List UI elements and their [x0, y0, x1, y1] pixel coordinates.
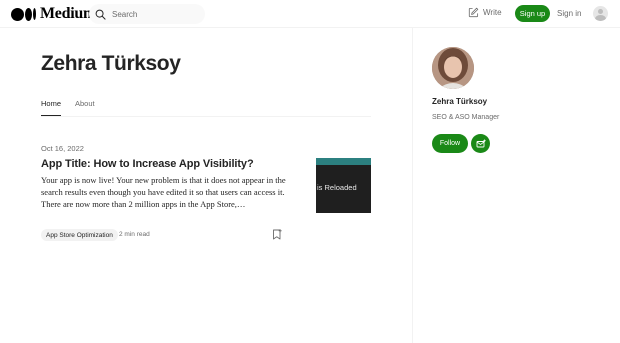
subscribe-icon — [476, 139, 486, 147]
post-date: Oct 16, 2022 — [41, 144, 84, 153]
bookmark-icon[interactable] — [272, 229, 282, 240]
logo-text: Medium — [40, 5, 96, 22]
subscribe-button[interactable] — [471, 134, 490, 153]
write-label: Write — [483, 8, 502, 17]
tab-home[interactable]: Home — [41, 99, 62, 116]
read-time: 2 min read — [119, 231, 150, 238]
page-title: Zehra Türksoy — [41, 52, 181, 75]
write-button[interactable]: Write — [468, 7, 502, 18]
tab-about[interactable]: About — [75, 99, 95, 116]
author-avatar[interactable] — [432, 47, 474, 89]
avatar-placeholder-icon[interactable] — [593, 6, 608, 21]
topic-tag[interactable]: App Store Optimization — [41, 229, 118, 241]
sidebar-author-name[interactable]: Zehra Türksoy — [432, 97, 487, 106]
search-icon — [95, 9, 106, 20]
profile-tabs: Home About — [41, 99, 371, 117]
post-thumbnail[interactable]: is Reloaded — [316, 158, 371, 213]
thumbnail-text: is Reloaded — [317, 183, 357, 192]
top-navigation: Medium Search Write Sign up Sign in — [0, 0, 620, 28]
author-bio: SEO & ASO Manager — [432, 114, 500, 121]
sign-up-button[interactable]: Sign up — [515, 5, 550, 22]
search-placeholder: Search — [112, 9, 138, 19]
post-excerpt[interactable]: Your app is now live! Your new problem i… — [41, 174, 289, 210]
sidebar-divider — [412, 28, 413, 343]
thumbnail-band — [316, 158, 371, 165]
medium-logo[interactable]: Medium — [11, 5, 96, 22]
write-icon — [468, 7, 479, 18]
search-input[interactable]: Search — [89, 4, 205, 24]
sign-in-link[interactable]: Sign in — [557, 9, 581, 18]
medium-logo-icon — [11, 7, 36, 21]
follow-button[interactable]: Follow — [432, 134, 468, 153]
post-title[interactable]: App Title: How to Increase App Visibilit… — [41, 158, 254, 170]
